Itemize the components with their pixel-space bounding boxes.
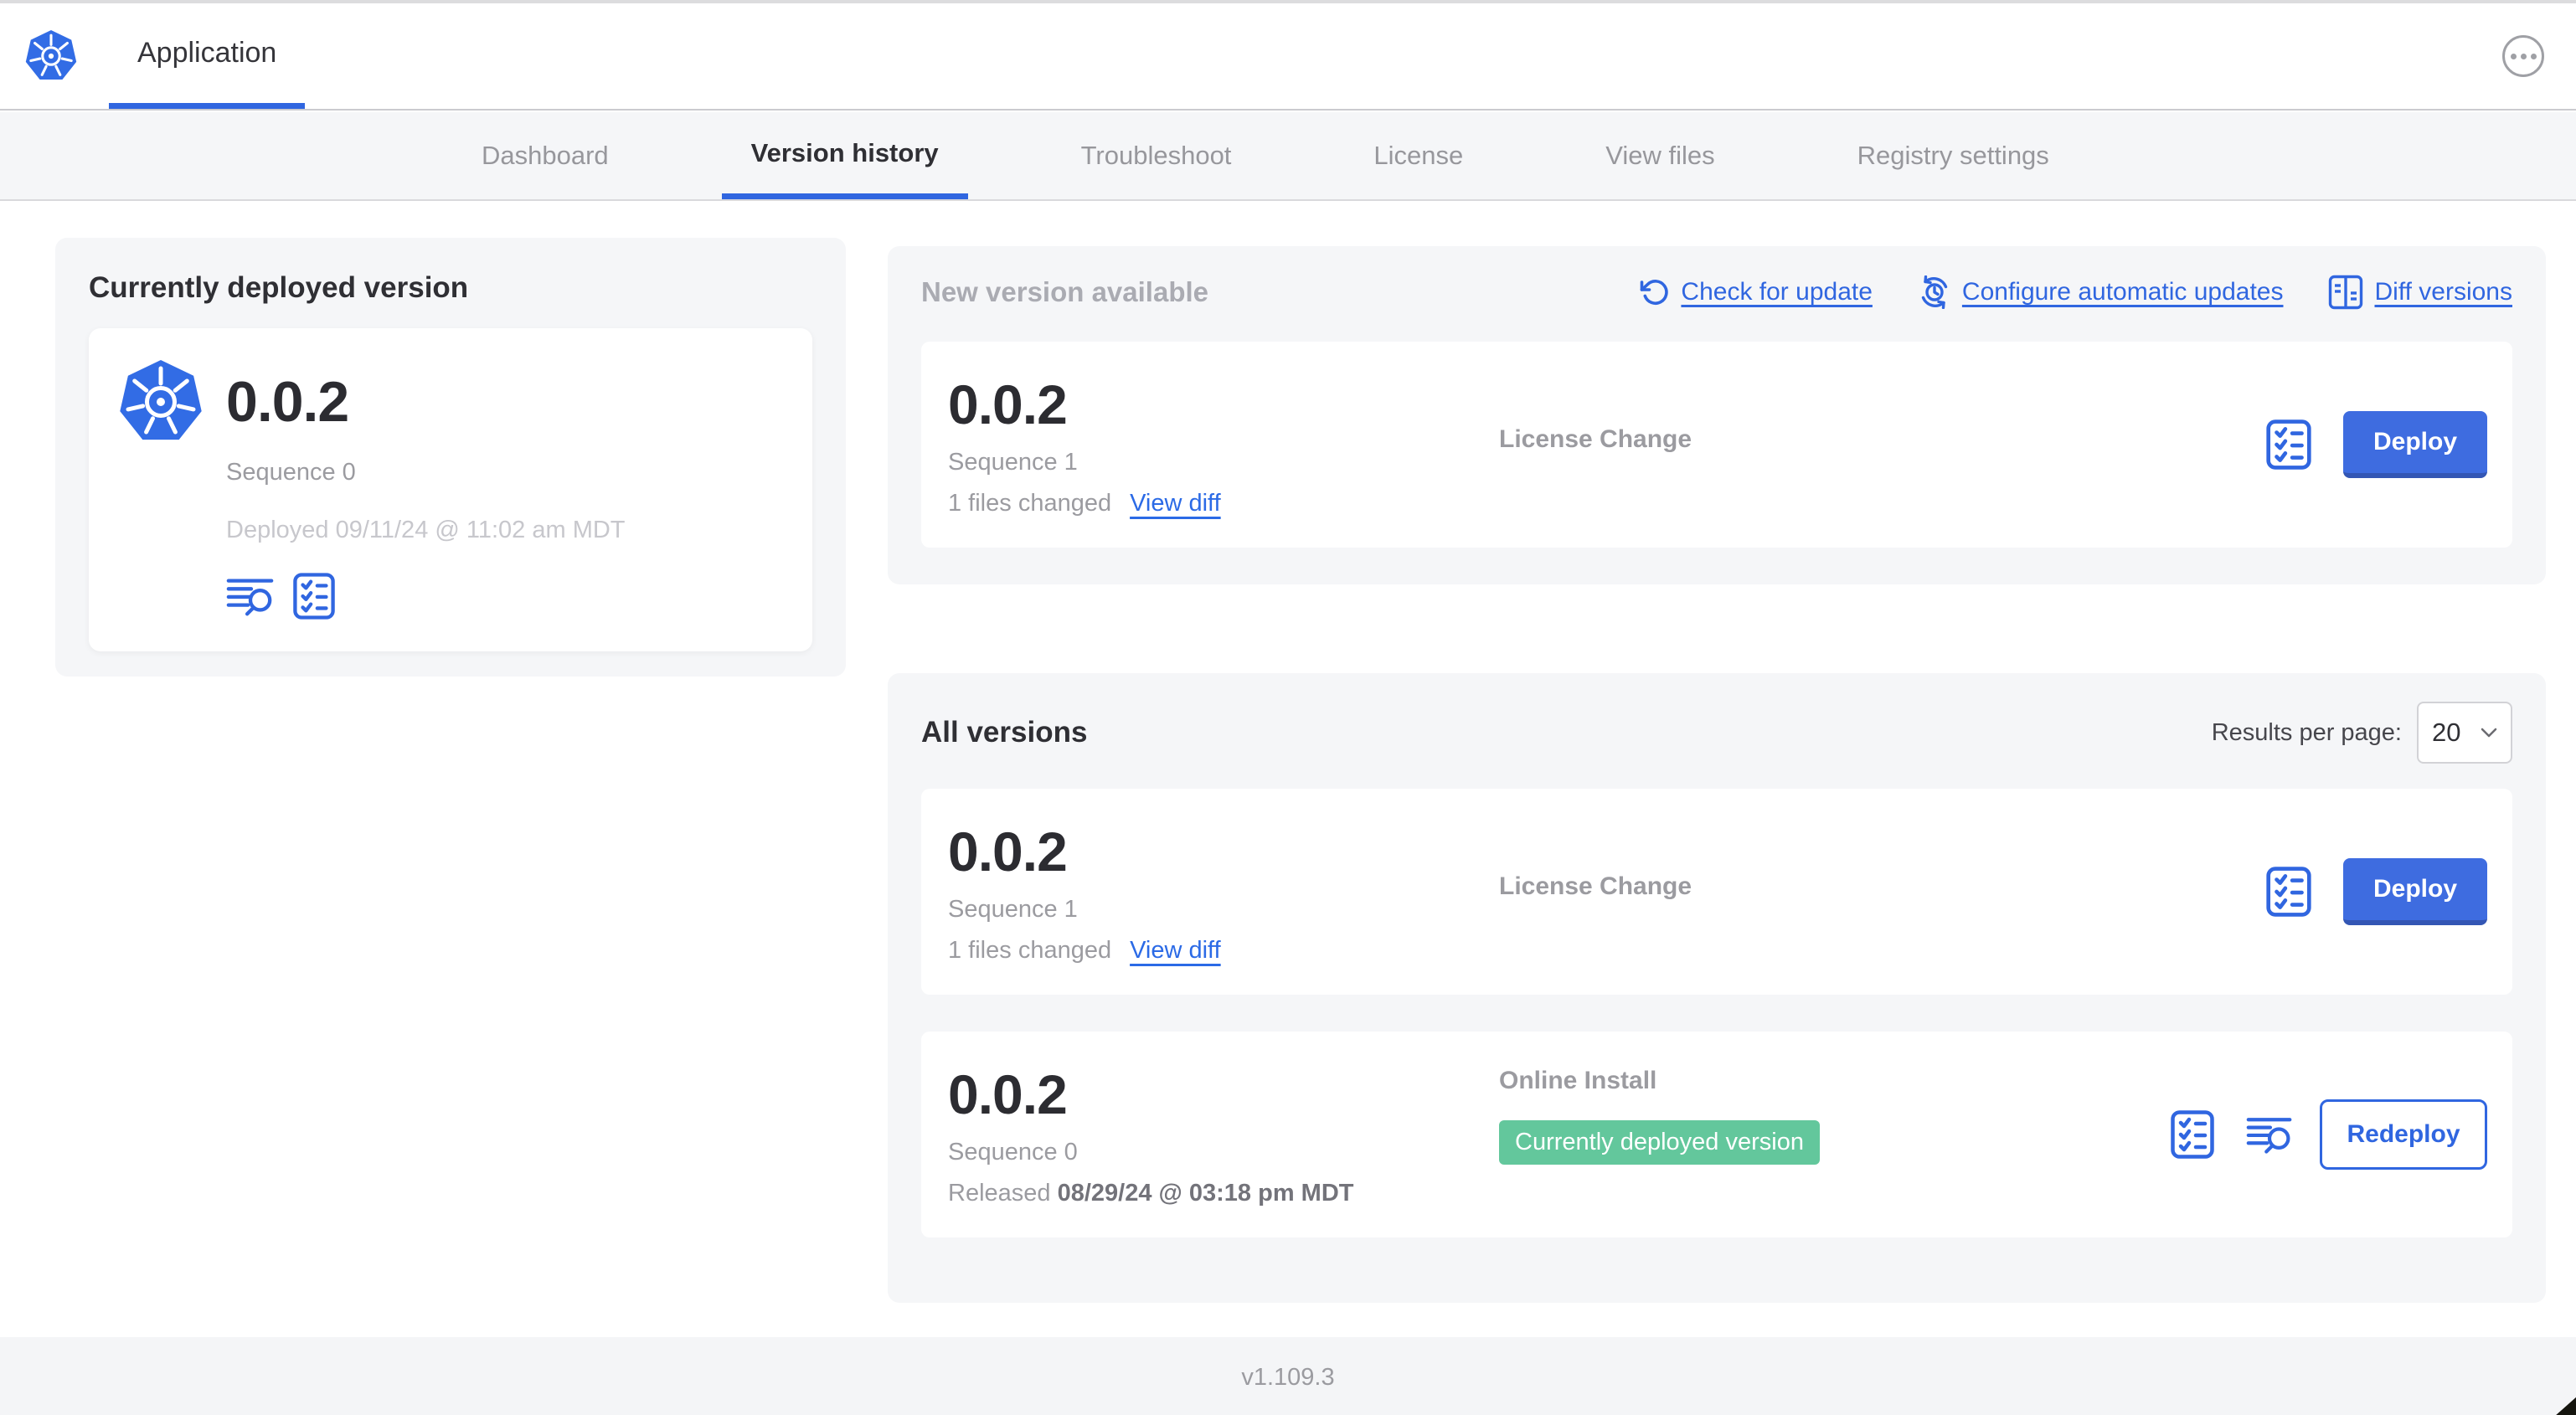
- auto-update-icon: [1921, 275, 1948, 309]
- ellipsis-dot: [2530, 53, 2537, 59]
- files-changed-label: 1 files changed: [948, 490, 1112, 517]
- check-for-update-link[interactable]: Check for update: [1640, 277, 1873, 307]
- view-logs-icon[interactable]: [226, 574, 275, 618]
- app-logo: [25, 3, 77, 109]
- deploy-button[interactable]: Deploy: [2343, 858, 2487, 925]
- install-type-label: Online Install: [1499, 1067, 1657, 1094]
- kubernetes-logo-icon: [25, 28, 77, 81]
- tab-troubleshoot[interactable]: Troubleshoot: [1052, 112, 1261, 199]
- view-logs-icon[interactable]: [2246, 1114, 2293, 1155]
- new-version-title: New version available: [921, 276, 1209, 307]
- sequence-label: Sequence 0: [948, 1139, 1078, 1165]
- current-version-title: Currently deployed version: [89, 271, 469, 304]
- current-version-card: 0.0.2 Sequence 0 Deployed 09/11/24 @ 11:…: [89, 328, 812, 651]
- footer: v1.109.3: [0, 1337, 2576, 1415]
- ellipsis-menu-button[interactable]: [2502, 35, 2544, 77]
- current-version-number: 0.0.2: [226, 370, 349, 434]
- preflight-checklist-icon[interactable]: [293, 573, 335, 620]
- released-date: 08/29/24 @ 03:18 pm MDT: [1057, 1180, 1354, 1207]
- all-versions-title: All versions: [921, 716, 1088, 749]
- view-diff-link[interactable]: View diff: [1130, 937, 1221, 965]
- version-number: 0.0.2: [948, 821, 1068, 882]
- diff-versions-link[interactable]: Diff versions: [2328, 275, 2512, 310]
- configure-automatic-updates-link[interactable]: Configure automatic updates: [1918, 275, 2284, 309]
- tab-label: License: [1373, 141, 1464, 170]
- change-type-label: License Change: [1499, 872, 1692, 900]
- change-type-label: License Change: [1499, 425, 1692, 453]
- subnav: Dashboard Version history Troubleshoot L…: [0, 112, 2576, 201]
- tab-registry-settings[interactable]: Registry settings: [1828, 112, 2079, 199]
- version-row: 0.0.2 Sequence 1 1 files changed View di…: [921, 789, 2512, 995]
- preflight-checklist-icon[interactable]: [2266, 419, 2311, 470]
- chevron-down-icon: [2481, 728, 2497, 738]
- kubernetes-logo-icon: [119, 358, 203, 445]
- sequence-label: Sequence 1: [948, 449, 1078, 476]
- tab-dashboard[interactable]: Dashboard: [452, 112, 638, 199]
- tab-label: View files: [1605, 141, 1715, 170]
- tab-license[interactable]: License: [1344, 112, 1492, 199]
- redeploy-button[interactable]: Redeploy: [2320, 1099, 2487, 1170]
- configure-automatic-updates-label: Configure automatic updates: [1961, 278, 2284, 306]
- currently-deployed-badge: Currently deployed version: [1499, 1120, 1820, 1165]
- files-changed-label: 1 files changed: [948, 937, 1112, 964]
- version-number: 0.0.2: [948, 1063, 1068, 1125]
- current-sequence-label: Sequence 0: [226, 459, 356, 486]
- diff-icon: [2329, 275, 2363, 310]
- results-per-page-select[interactable]: 20: [2417, 702, 2512, 764]
- tab-label: Registry settings: [1857, 141, 2049, 170]
- results-per-page-label: Results per page:: [2211, 718, 2402, 746]
- diff-versions-label: Diff versions: [2374, 278, 2512, 306]
- preflight-checklist-icon[interactable]: [2266, 867, 2311, 917]
- released-label: Released: [948, 1180, 1051, 1207]
- current-version-panel: Currently deployed version 0.0.2 Sequenc…: [55, 238, 846, 677]
- refresh-icon: [1641, 280, 1669, 306]
- tab-label: Version history: [750, 137, 939, 167]
- preflight-checklist-icon[interactable]: [2171, 1110, 2214, 1159]
- all-versions-panel: All versions Results per page: 20 0.0.2 …: [888, 673, 2546, 1303]
- version-row: 0.0.2 Sequence 0 Released 08/29/24 @ 03:…: [921, 1032, 2512, 1237]
- ellipsis-dot: [2520, 53, 2527, 59]
- deploy-button[interactable]: Deploy: [2343, 411, 2487, 478]
- admin-console-version: v1.109.3: [1241, 1364, 1335, 1391]
- view-diff-link[interactable]: View diff: [1130, 490, 1221, 517]
- app-tab[interactable]: Application: [109, 3, 306, 109]
- new-version-panel: New version available Check for update C…: [888, 246, 2546, 584]
- tab-label: Troubleshoot: [1080, 141, 1232, 170]
- app-window: Application Dashboard Version history Tr…: [0, 0, 2576, 1415]
- new-version-card: 0.0.2 Sequence 1 1 files changed View di…: [921, 342, 2512, 548]
- app-tab-label: Application: [137, 37, 277, 69]
- tab-version-history[interactable]: Version history: [721, 112, 968, 199]
- tab-label: Dashboard: [482, 141, 609, 170]
- header-bar: Application: [0, 3, 2576, 111]
- check-for-update-label: Check for update: [1681, 278, 1873, 306]
- results-per-page-value: 20: [2432, 718, 2461, 747]
- deployed-timestamp: Deployed 09/11/24 @ 11:02 am MDT: [226, 517, 626, 543]
- tab-view-files[interactable]: View files: [1576, 112, 1744, 199]
- released-timestamp: Released 08/29/24 @ 03:18 pm MDT: [948, 1180, 1499, 1207]
- ellipsis-dot: [2510, 53, 2517, 59]
- sequence-label: Sequence 1: [948, 896, 1078, 923]
- version-number: 0.0.2: [948, 373, 1068, 435]
